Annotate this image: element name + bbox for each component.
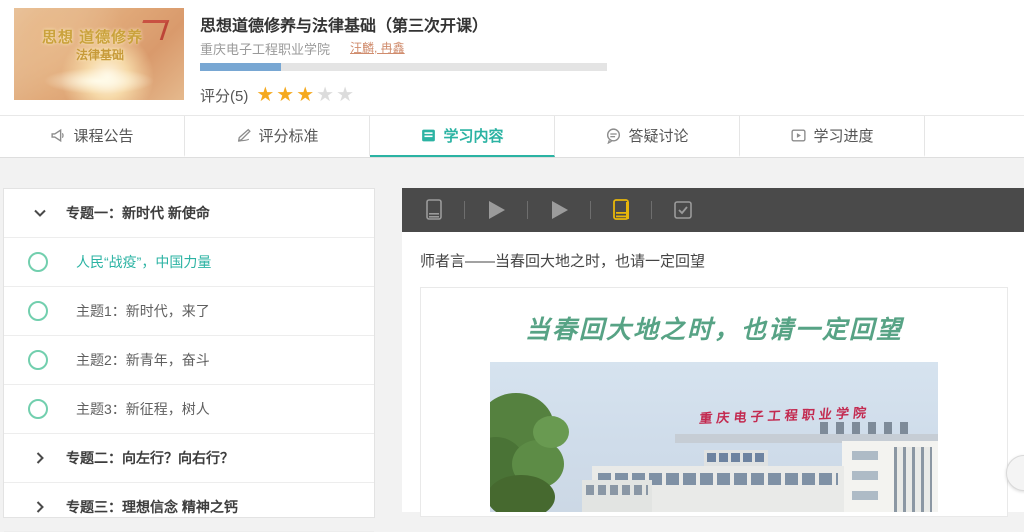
progress-circle-icon [28,399,48,419]
tab-learning-content[interactable]: 学习内容 [370,116,555,157]
play-icon[interactable] [548,198,570,222]
progress-circle-icon [28,350,48,370]
chevron-down-icon [32,205,48,221]
star-filled-icon[interactable]: ★ [296,84,314,106]
tab-course-announcements[interactable]: 课程公告 [0,116,185,157]
building-windows [707,453,765,462]
pen-icon [235,127,252,144]
star-empty-icon[interactable]: ★ [336,84,354,106]
calligraphy-heading: 当春回大地之时，也请一定回望 [421,310,1007,346]
star-filled-icon[interactable]: ★ [256,84,274,106]
sidebar-item-topic3[interactable]: 主题3：新征程，树人 [4,385,374,434]
main-building [842,441,938,512]
play-screen-icon [790,127,807,144]
document-icon-active[interactable] [611,198,631,222]
item-label: 主题2：新青年，奋斗 [76,350,210,370]
toolbar-separator [590,201,591,219]
content-type-toolbar [402,188,1024,232]
course-title: 思想道德修养与法律基础（第三次开课） [200,12,488,36]
sidebar-section-1[interactable]: 专题一：新时代 新使命 [4,189,374,238]
chat-icon [605,127,622,144]
tabbar-filler [925,116,1024,157]
left-building [582,480,652,512]
tab-label: 学习进度 [813,125,873,146]
tab-label: 评分标准 [258,125,318,146]
course-header: 思想 道德修养 法律基础 思想道德修养与法律基础（第三次开课） 重庆电子工程职业… [0,0,1024,115]
rating-label: 评分(5) [200,85,248,106]
item-label: 人民“战疫”，中国力量 [76,252,211,272]
building-windows [894,447,932,512]
tab-grading-criteria[interactable]: 评分标准 [185,116,370,157]
thumbnail-glow-decoration [44,68,154,94]
tab-qa-discussion[interactable]: 答疑讨论 [555,116,740,157]
teacher-link[interactable]: 汪麟, 冉鑫 [350,39,405,56]
sidebar-section-2[interactable]: 专题二：向左行？向右行？ [4,434,374,483]
course-progress-bar [200,63,607,71]
chevron-right-icon [32,450,48,466]
sidebar-item-topic2[interactable]: 主题2：新青年，奋斗 [4,336,374,385]
section-label: 专题二：向左行？向右行？ [66,448,234,468]
school-name: 重庆电子工程职业学院 [200,39,330,58]
item-label: 主题3：新征程，树人 [76,399,210,419]
thumbnail-title-line1: 思想 道德修养 [42,26,143,47]
chevron-right-icon [32,499,48,515]
star-empty-icon[interactable]: ★ [316,84,334,106]
lesson-content-box: 当春回大地之时，也请一定回望 重庆电子工程职业学院 [420,287,1008,517]
toolbar-separator [527,201,528,219]
thumbnail-book-decoration [137,20,169,40]
rating-row: 评分(5) ★★★★★ [200,84,356,106]
course-thumbnail[interactable]: 思想 道德修养 法律基础 [14,8,184,100]
content-panel: 师者言——当春回大地之时，也请一定回望 当春回大地之时，也请一定回望 重庆电子工… [402,188,1024,512]
campus-photo: 重庆电子工程职业学院 [490,362,938,512]
lesson-title: 师者言——当春回大地之时，也请一定回望 [420,250,1024,271]
rooftop-equipment [820,422,910,434]
tab-learning-progress[interactable]: 学习进度 [740,116,925,157]
toolbar-separator [464,201,465,219]
section-label: 专题三：理想信念 精神之钙 [66,497,238,517]
course-tabbar: 课程公告 评分标准 学习内容 答疑讨论 学习进度 [0,115,1024,158]
toolbar-separator [651,201,652,219]
tab-label: 学习内容 [443,125,503,146]
tab-label: 答疑讨论 [628,125,688,146]
play-icon[interactable] [485,198,507,222]
megaphone-icon [50,127,67,144]
course-progress-fill [200,63,281,71]
document-icon[interactable] [424,198,444,222]
building-windows [586,485,648,495]
small-building [704,450,768,466]
section-label: 专题一：新时代 新使命 [66,203,210,223]
sidebar-item-topic1[interactable]: 主题1：新时代，来了 [4,287,374,336]
star-filled-icon[interactable]: ★ [276,84,294,106]
building-windows [852,451,878,506]
chapter-sidebar: 专题一：新时代 新使命 人民“战疫”，中国力量 主题1：新时代，来了 主题2：新… [3,188,375,518]
item-label: 主题1：新时代，来了 [76,301,210,321]
progress-circle-icon [28,301,48,321]
sidebar-item-zhanyi[interactable]: 人民“战疫”，中国力量 [4,238,374,287]
tab-label: 课程公告 [73,125,133,146]
progress-circle-icon [28,252,48,272]
screen-icon [420,127,437,144]
thumbnail-title-line2: 法律基础 [76,46,124,63]
sidebar-section-3[interactable]: 专题三：理想信念 精神之钙 [4,483,374,532]
checkbox-icon[interactable] [672,199,694,221]
rating-stars[interactable]: ★★★★★ [256,85,356,106]
